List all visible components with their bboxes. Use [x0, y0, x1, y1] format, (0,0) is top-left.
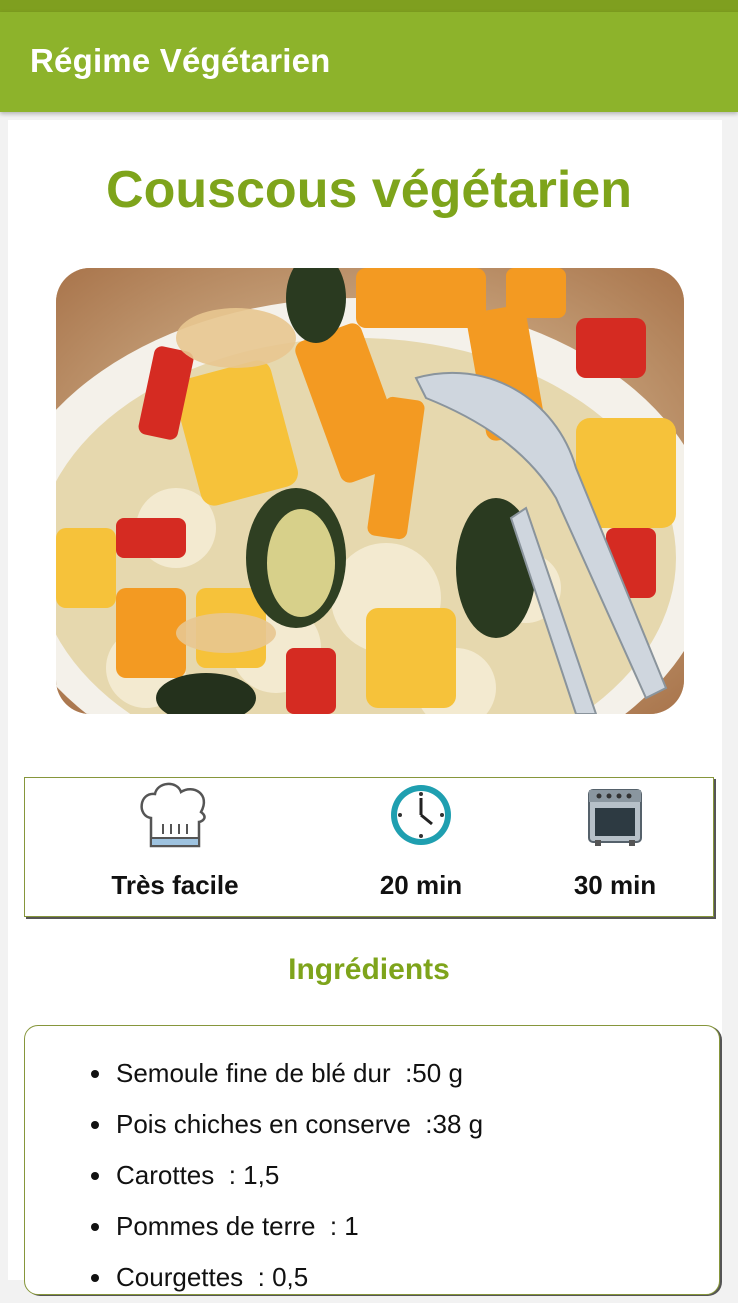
ingredient-item: Courgettes : 0,5 — [91, 1252, 483, 1303]
prep-time-info: 20 min — [311, 778, 531, 918]
oven-icon — [585, 782, 645, 853]
difficulty-info: Très facile — [65, 778, 285, 918]
difficulty-label: Très facile — [111, 870, 239, 900]
ingredient-item: Semoule fine de blé dur :50 g — [91, 1048, 483, 1099]
ingredient-item: Pommes de terre : 1 — [91, 1201, 483, 1252]
ingredients-heading: Ingrédients — [288, 953, 450, 986]
couscous-image — [56, 268, 684, 714]
chef-hat-icon — [137, 782, 213, 857]
side-gutter — [722, 120, 738, 1280]
ingredient-item: Carottes : 1,5 — [91, 1150, 483, 1201]
cook-time-label: 30 min — [573, 870, 657, 900]
recipe-info-box: Très facile 20 min 30 min — [24, 777, 714, 917]
clock-icon — [388, 782, 454, 853]
status-bar — [0, 0, 738, 12]
prep-time-label: 20 min — [379, 870, 463, 900]
ingredient-item: Pois chiches en conserve :38 g — [91, 1099, 483, 1150]
recipe-photo — [56, 268, 684, 714]
app-title: Régime Végétarien — [30, 42, 331, 79]
app-bar: Régime Végétarien — [0, 12, 738, 112]
cook-time-info: 30 min — [505, 778, 725, 918]
recipe-title: Couscous végétarien — [106, 161, 632, 219]
ingredients-list: Semoule fine de blé dur :50 g Pois chich… — [91, 1048, 483, 1303]
